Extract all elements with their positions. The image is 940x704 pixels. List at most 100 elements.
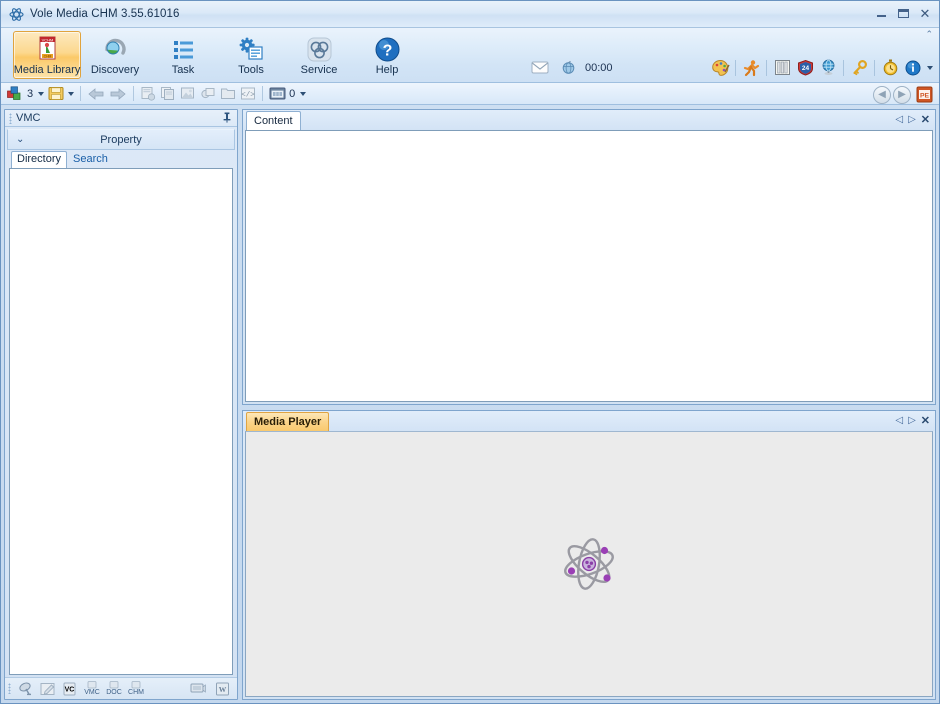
- right-column: Content ◁ ▷ ✕ Media Player ◁ ▷ ✕: [242, 109, 936, 700]
- ribbon-buttons: VCHM CHM Media Library Discovery Task To…: [1, 28, 421, 82]
- ribbon-button-media-library[interactable]: VCHM CHM Media Library: [13, 31, 81, 79]
- toolbar-separator: [735, 59, 736, 76]
- info-icon[interactable]: [902, 57, 924, 78]
- word-doc-icon[interactable]: W: [211, 679, 233, 698]
- ribbon-center-group: 00:00: [529, 57, 613, 78]
- ribbon-button-tools[interactable]: Tools: [217, 31, 285, 79]
- toolbar-blocks-button[interactable]: 3: [5, 84, 46, 103]
- atom-icon: [9, 7, 24, 22]
- title-bar: Vole Media CHM 3.55.61016 ✕: [1, 1, 939, 28]
- tab-next-icon[interactable]: ▷: [908, 415, 916, 426]
- left-panel-title: VMC: [16, 112, 41, 124]
- chevron-down-icon[interactable]: [38, 91, 45, 96]
- running-figure-icon[interactable]: [740, 57, 762, 78]
- atom-logo-icon: [560, 535, 618, 593]
- arrow-left-icon: [88, 87, 104, 100]
- vmc-file-icon[interactable]: VMC: [81, 679, 103, 698]
- ribbon-button-task[interactable]: Task: [149, 31, 217, 79]
- images-icon: [181, 87, 195, 99]
- code-icon: </>: [241, 87, 255, 100]
- pe-document-icon[interactable]: PE: [913, 84, 935, 105]
- statusbar-grip-icon[interactable]: [8, 683, 11, 694]
- link-icon: [201, 88, 215, 99]
- panel-close-icon[interactable]: ✕: [921, 113, 930, 126]
- property-bar[interactable]: ⌄ Property: [7, 129, 235, 150]
- ribbon-button-label: Task: [171, 64, 195, 76]
- chm-file-label: CHM: [128, 689, 144, 696]
- tab-media-player-label: Media Player: [254, 416, 322, 428]
- toolbar-save-button[interactable]: [46, 84, 76, 103]
- ribbon-button-label: Media Library: [13, 64, 81, 76]
- toolbar-back-button[interactable]: [85, 84, 107, 103]
- import-icon: [141, 87, 156, 101]
- task-list-icon: [170, 35, 197, 63]
- toolbar-link-button[interactable]: [198, 84, 218, 103]
- toolbar-right-group: ◀ ▶ PE: [873, 84, 935, 105]
- doc-file-icon[interactable]: DOC: [103, 679, 125, 698]
- chevron-down-icon[interactable]: [300, 91, 307, 96]
- bookshelf-icon[interactable]: [771, 57, 793, 78]
- tab-media-player[interactable]: Media Player: [246, 412, 330, 431]
- svg-text:</>: </>: [241, 92, 255, 100]
- tab-prev-icon[interactable]: ◁: [895, 114, 903, 125]
- key-icon[interactable]: [848, 57, 870, 78]
- satellite-dish-icon[interactable]: [15, 679, 37, 698]
- road-sign-icon[interactable]: 24: [794, 57, 816, 78]
- auto-hide-pin-icon[interactable]: [222, 112, 232, 123]
- chm-file-icon[interactable]: CHM: [125, 679, 147, 698]
- toolbar-import-button[interactable]: [138, 84, 158, 103]
- globe-clock-icon[interactable]: [557, 57, 579, 78]
- ribbon-tool-strip: 24: [709, 57, 933, 78]
- toolbar-blocks-value: 3: [27, 87, 34, 100]
- arrow-right-icon: [110, 87, 126, 100]
- svg-text:CHM: CHM: [43, 54, 51, 58]
- nav-forward-icon[interactable]: ▶: [893, 85, 911, 104]
- service-atom-icon: [306, 35, 333, 63]
- toolbar-images-button[interactable]: [178, 84, 198, 103]
- blocks-icon: [7, 86, 21, 100]
- toolbar-copy-pages-button[interactable]: [158, 84, 178, 103]
- tab-directory[interactable]: Directory: [11, 151, 68, 168]
- tab-next-icon[interactable]: ▷: [908, 114, 916, 125]
- info-dropdown-caret[interactable]: [927, 65, 933, 70]
- tab-search[interactable]: Search: [67, 151, 114, 168]
- screen-icon[interactable]: [187, 679, 209, 698]
- maximize-button[interactable]: [893, 4, 913, 22]
- minimize-button[interactable]: [871, 4, 891, 22]
- window-controls: ✕: [871, 4, 935, 22]
- toolbar-folder-button[interactable]: [218, 84, 238, 103]
- close-button[interactable]: ✕: [915, 4, 935, 22]
- toolbar-forward-button[interactable]: [107, 84, 129, 103]
- main-body: VMC ⌄ Property Directory Search VC VMC D…: [1, 107, 939, 703]
- toolbar-separator: [262, 86, 264, 101]
- collapse-ribbon-icon[interactable]: ⌃: [925, 29, 933, 40]
- tab-content-label: Content: [254, 115, 293, 127]
- ribbon-button-discovery[interactable]: Discovery: [81, 31, 149, 79]
- ribbon-bar: ⌃ VCHM CHM Media Library Discovery Task …: [1, 28, 939, 83]
- palette-icon[interactable]: [709, 57, 731, 78]
- content-view[interactable]: [245, 130, 933, 402]
- tab-content[interactable]: Content: [246, 111, 301, 130]
- panel-close-icon[interactable]: ✕: [921, 414, 930, 427]
- drag-grip-icon[interactable]: [9, 112, 12, 124]
- toolbar-separator: [133, 86, 135, 101]
- globe-icon[interactable]: [817, 57, 839, 78]
- directory-tree-view[interactable]: [9, 168, 233, 675]
- ribbon-button-help[interactable]: ? Help: [353, 31, 421, 79]
- nav-back-icon[interactable]: ◀: [873, 85, 891, 104]
- tab-prev-icon[interactable]: ◁: [895, 415, 903, 426]
- vmc-file-label: VMC: [84, 689, 100, 696]
- ribbon-button-service[interactable]: Service: [285, 31, 353, 79]
- stopwatch-icon[interactable]: [879, 57, 901, 78]
- chevron-down-icon[interactable]: [68, 91, 75, 96]
- media-player-view[interactable]: [245, 431, 933, 697]
- discovery-icon: [102, 35, 129, 63]
- envelope-icon[interactable]: [529, 57, 551, 78]
- doc-badge-icon[interactable]: VC: [59, 679, 81, 698]
- toolbar-album-value: 0: [289, 87, 296, 100]
- svg-text:24: 24: [801, 65, 809, 72]
- toolbar-album-button[interactable]: 0: [267, 84, 308, 103]
- edit-page-icon[interactable]: [37, 679, 59, 698]
- chevron-down-double-icon[interactable]: ⌄: [16, 134, 24, 145]
- toolbar-code-button[interactable]: </>: [238, 84, 258, 103]
